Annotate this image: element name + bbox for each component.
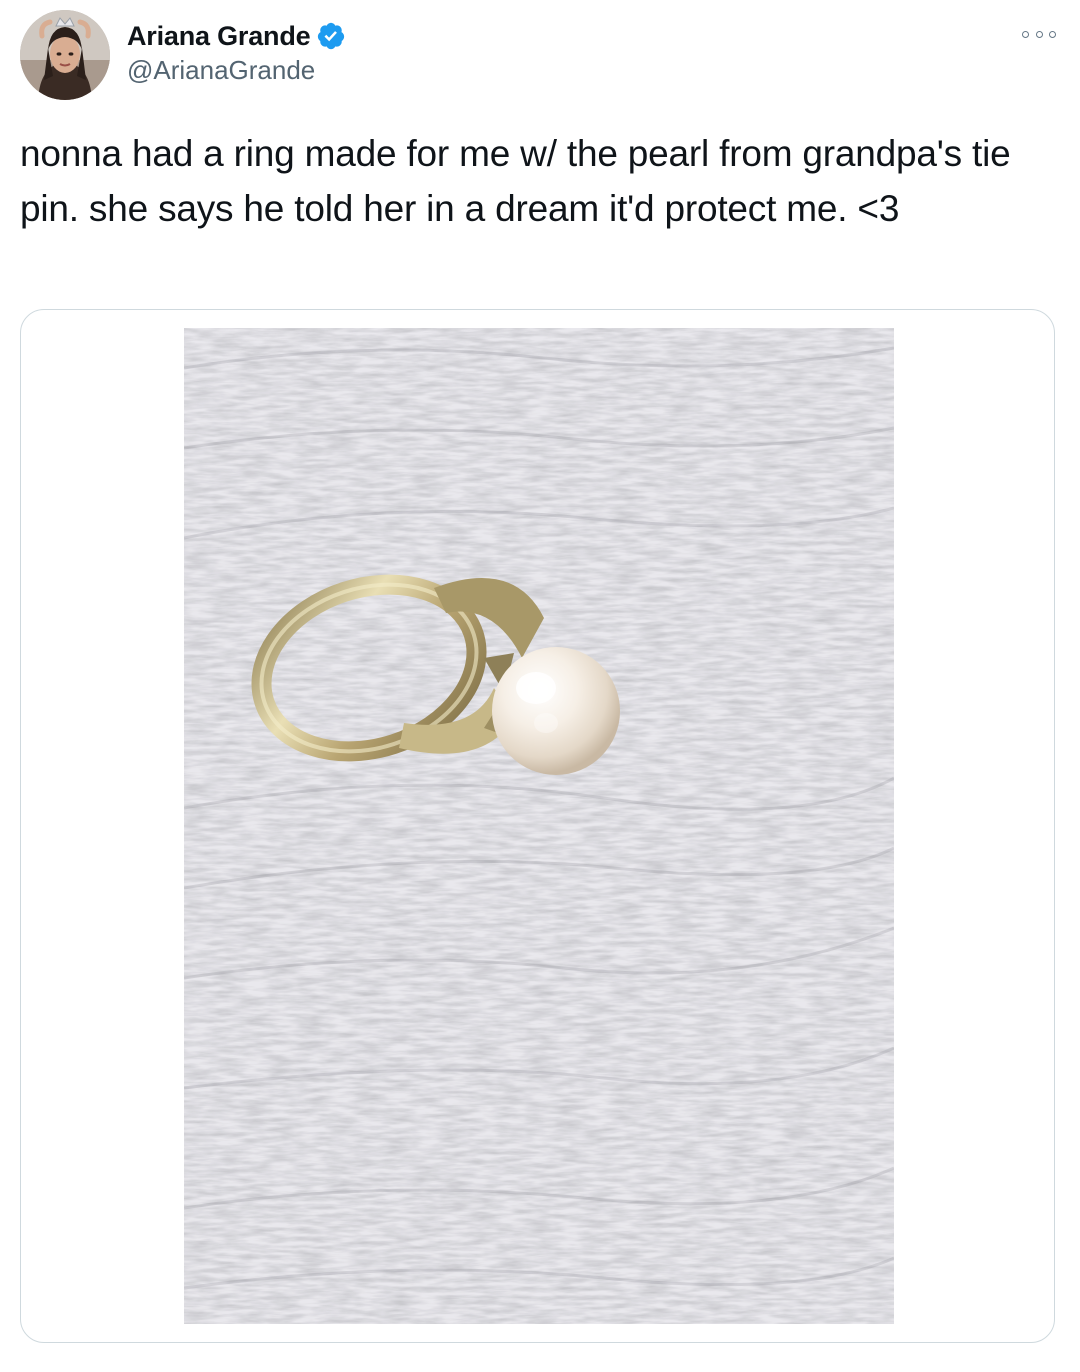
photo-pearl-ring — [184, 328, 894, 1324]
verified-badge-icon — [316, 21, 346, 51]
dot — [1049, 30, 1056, 38]
author-display-name[interactable]: Ariana Grande — [127, 21, 311, 52]
dot — [1022, 30, 1029, 38]
author-avatar[interactable] — [20, 10, 110, 100]
tweet-text: nonna had a ring made for me w/ the pear… — [20, 133, 1011, 229]
tweet-media-card[interactable] — [20, 309, 1055, 1343]
tweet-card[interactable]: Ariana Grande @ArianaGrande nonna had a … — [0, 0, 1080, 1372]
author-handle[interactable]: @ArianaGrande — [127, 55, 315, 86]
ellipsis-icon[interactable] — [1022, 24, 1056, 44]
profile-photo-icon — [20, 10, 110, 100]
tweet-photo[interactable] — [184, 328, 894, 1324]
dot — [1035, 30, 1043, 38]
author-name-row: Ariana Grande — [127, 18, 346, 54]
